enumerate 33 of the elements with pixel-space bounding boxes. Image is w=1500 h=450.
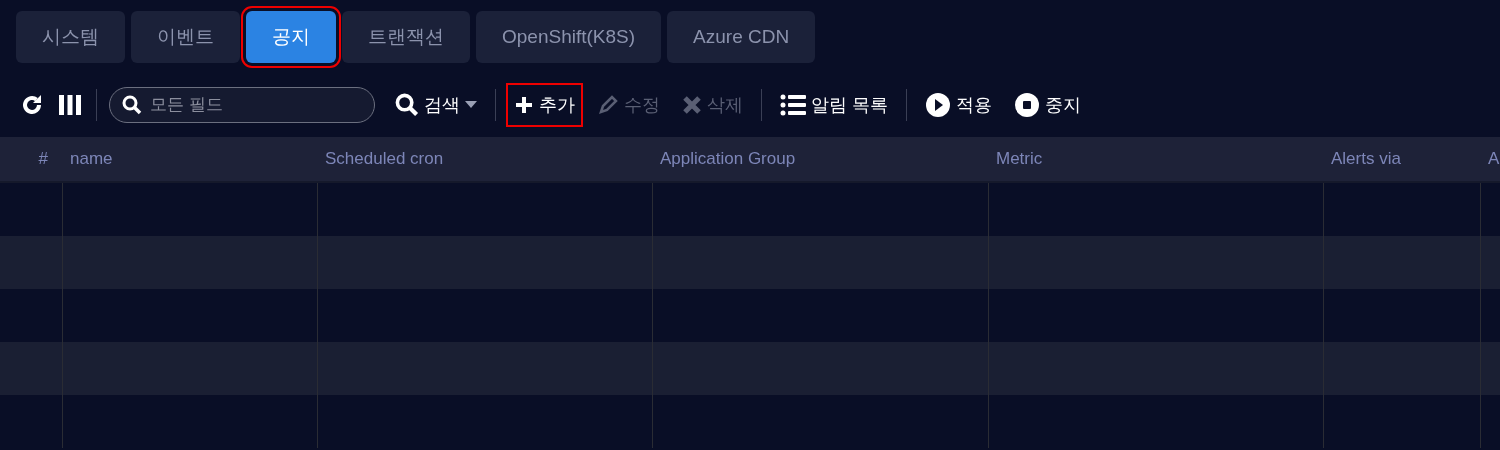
add-button[interactable]: 추가	[508, 85, 581, 125]
tab[interactable]: 이벤트	[131, 11, 240, 63]
search-button[interactable]: 검색	[389, 85, 483, 125]
pencil-icon	[597, 94, 619, 116]
tab[interactable]: OpenShift(K8S)	[476, 11, 662, 63]
column-header: Scheduled cron	[317, 137, 652, 183]
search-field[interactable]: 모든 필드	[148, 94, 352, 116]
stop-button[interactable]: 중지	[1008, 84, 1087, 126]
table-cell	[1480, 236, 1500, 289]
table-cell	[0, 342, 62, 395]
column-header: A	[1480, 137, 1500, 183]
columns-button[interactable]	[56, 92, 84, 118]
tab[interactable]: 트랜잭션	[342, 11, 470, 63]
column-header: name	[62, 137, 317, 183]
plus-icon	[514, 95, 534, 115]
column-header: Alerts via	[1323, 137, 1480, 183]
caret-icon	[465, 101, 477, 109]
stop-icon	[1014, 92, 1040, 118]
list-icon	[780, 94, 806, 116]
column-header: Metric	[988, 137, 1323, 183]
search-icon	[395, 93, 419, 117]
play-button[interactable]: 적용	[919, 84, 998, 126]
search-box[interactable]: 모든 필드	[109, 87, 375, 123]
table-cell	[1480, 342, 1500, 395]
tab[interactable]: Azure CDN	[667, 11, 816, 63]
list-button[interactable]: 알림 목록	[774, 85, 894, 125]
column-header: #	[0, 137, 62, 183]
column-header: Application Group	[652, 137, 988, 183]
search-icon	[122, 95, 142, 115]
table-cell	[0, 236, 62, 289]
close-icon	[682, 95, 702, 115]
tab[interactable]: 시스템	[16, 11, 125, 63]
play-icon	[925, 92, 951, 118]
